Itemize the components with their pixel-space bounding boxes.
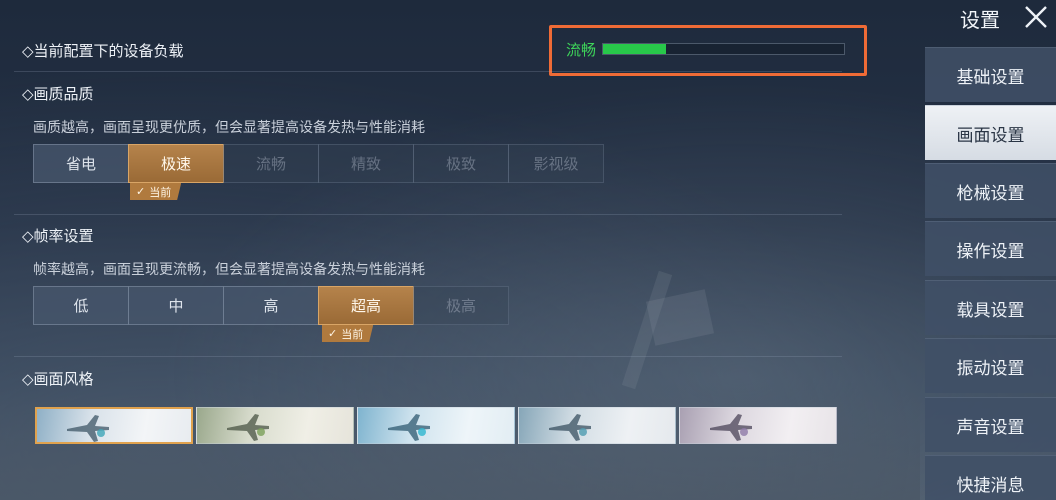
device-load-status: 流畅 — [566, 41, 597, 59]
style-section-title: ◇画面风格 — [22, 370, 94, 388]
sidebar-item-weapons[interactable]: 枪械设置 — [925, 163, 1056, 218]
framerate-option-high[interactable]: 高 — [223, 286, 319, 325]
check-icon: ✓ — [328, 327, 338, 340]
quality-option-extreme[interactable]: 极致 — [413, 144, 509, 183]
sidebar-item-basic[interactable]: 基础设置 — [925, 47, 1056, 102]
device-load-bar — [602, 43, 845, 55]
check-icon: ✓ — [136, 185, 146, 198]
plane-icon — [388, 414, 430, 441]
graphics-settings-panel: ◇当前配置下的设备负载 流畅 ◇画质品质 画质越高，画面呈现更优质，但会显著提高… — [0, 0, 920, 500]
divider — [14, 71, 842, 72]
sidebar-item-controls[interactable]: 操作设置 — [925, 221, 1056, 276]
divider — [14, 356, 842, 357]
quality-section-title: ◇画质品质 — [22, 85, 94, 103]
framerate-option-extreme[interactable]: 极高 — [413, 286, 509, 325]
device-load-title: ◇当前配置下的设备负载 — [22, 42, 184, 60]
sidebar-item-sound[interactable]: 声音设置 — [925, 397, 1056, 452]
quality-option-speed[interactable]: 极速 — [128, 144, 224, 183]
plane-icon — [67, 415, 109, 442]
style-thumbnail-1[interactable] — [35, 407, 193, 444]
quality-option-smooth[interactable]: 流畅 — [223, 144, 319, 183]
plane-icon — [227, 414, 269, 441]
divider — [14, 214, 842, 215]
quality-option-fine[interactable]: 精致 — [318, 144, 414, 183]
sidebar-item-quick-messages[interactable]: 快捷消息 — [925, 455, 1056, 500]
style-thumbnails — [35, 407, 837, 444]
framerate-section-title: ◇帧率设置 — [22, 227, 94, 245]
settings-title: 设置 — [960, 8, 1000, 32]
framerate-current-tag-label: 当前 — [341, 327, 364, 341]
quality-option-cinematic[interactable]: 影视级 — [508, 144, 604, 183]
quality-option-power-saving[interactable]: 省电 — [33, 144, 129, 183]
device-load-bar-fill — [603, 44, 666, 54]
style-thumbnail-2[interactable] — [196, 407, 354, 444]
quality-options: 省电 极速 流畅 精致 极致 影视级 — [33, 144, 604, 183]
quality-current-tag: ✓ 当前 — [130, 183, 182, 200]
plane-icon — [710, 414, 752, 441]
sidebar-item-vehicles[interactable]: 载具设置 — [925, 280, 1056, 335]
close-icon — [1024, 6, 1047, 28]
plane-icon — [549, 414, 591, 441]
framerate-options: 低 中 高 超高 极高 — [33, 286, 509, 325]
framerate-description: 帧率越高，画面呈现更流畅，但会显著提高设备发热与性能消耗 — [33, 262, 425, 278]
framerate-option-medium[interactable]: 中 — [128, 286, 224, 325]
framerate-option-ultra[interactable]: 超高 — [318, 286, 414, 325]
sidebar-item-vibration[interactable]: 振动设置 — [925, 338, 1056, 393]
style-thumbnail-5[interactable] — [679, 407, 837, 444]
close-button[interactable] — [1015, 0, 1056, 34]
sidebar-item-graphics[interactable]: 画面设置 — [925, 105, 1056, 160]
framerate-option-low[interactable]: 低 — [33, 286, 129, 325]
framerate-current-tag: ✓ 当前 — [322, 325, 374, 342]
quality-description: 画质越高，画面呈现更优质，但会显著提高设备发热与性能消耗 — [33, 120, 425, 136]
quality-current-tag-label: 当前 — [149, 185, 172, 199]
style-thumbnail-4[interactable] — [518, 407, 676, 444]
style-thumbnail-3[interactable] — [357, 407, 515, 444]
